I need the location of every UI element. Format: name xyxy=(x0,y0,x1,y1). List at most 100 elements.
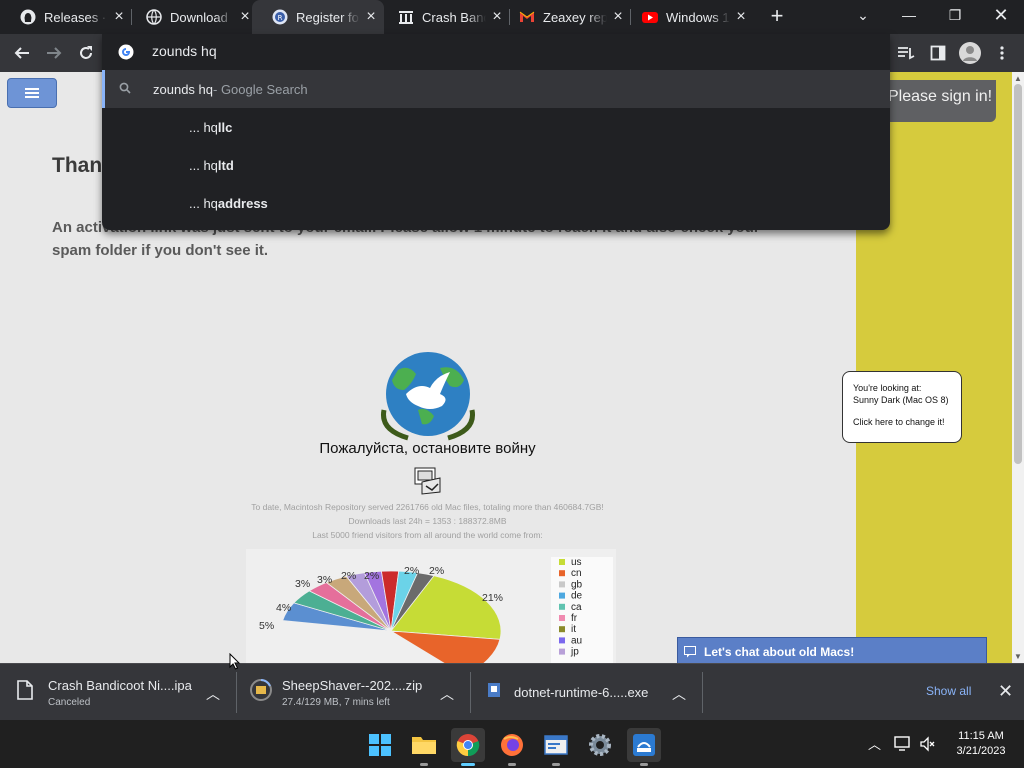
running-indicator xyxy=(552,763,560,766)
windows-logo-icon xyxy=(369,734,391,756)
address-bar[interactable]: zounds hq xyxy=(102,34,890,70)
omnibox-dropdown: zounds hq zounds hq - Google Search ... … xyxy=(102,34,890,230)
close-icon[interactable]: × xyxy=(734,9,748,25)
tab-title: Register for xyxy=(296,9,360,25)
legend-label: us xyxy=(571,557,582,568)
volume-muted-icon[interactable] xyxy=(920,736,936,757)
emulator-app-button[interactable] xyxy=(627,728,661,766)
back-button[interactable] xyxy=(10,41,34,65)
side-panel-button[interactable] xyxy=(926,41,950,65)
hamburger-icon xyxy=(25,88,39,98)
profile-avatar[interactable] xyxy=(958,41,982,65)
side-panel-icon xyxy=(930,45,946,61)
scroll-up-icon[interactable]: ▲ xyxy=(1014,74,1022,83)
suggestion-hint: - Google Search xyxy=(213,81,308,97)
tab-title: Windows 1 xyxy=(666,9,730,25)
globe-icon xyxy=(146,9,162,25)
address-input[interactable]: zounds hq xyxy=(152,43,217,59)
google-icon xyxy=(118,44,134,65)
tab-releases[interactable]: Releases · K × xyxy=(0,0,132,34)
page-scrollbar[interactable]: ▲ ▼ xyxy=(1012,72,1024,663)
download-stats: To date, Macintosh Repository served 226… xyxy=(220,500,635,542)
app-window-button[interactable] xyxy=(539,728,573,766)
running-indicator xyxy=(640,763,648,766)
close-window-button[interactable]: ✕ xyxy=(978,0,1024,30)
chrome-button[interactable] xyxy=(451,728,485,766)
file-explorer-button[interactable] xyxy=(407,728,441,766)
tab-gmail[interactable]: Zeaxey rep × xyxy=(499,0,631,34)
mac-folder-icon xyxy=(412,464,444,501)
close-icon[interactable]: × xyxy=(238,9,252,25)
legend-swatch xyxy=(559,570,565,577)
suggestion-llc[interactable]: ... hq llc xyxy=(102,108,890,146)
pie-label: 2% xyxy=(341,570,356,582)
pie-label: 3% xyxy=(295,578,310,590)
scroll-down-icon[interactable]: ▼ xyxy=(1014,652,1022,661)
chat-icon xyxy=(684,646,696,661)
download-filename: Crash Bandicoot Ni....ipa xyxy=(48,677,192,693)
suggestion-text: ... hq xyxy=(189,157,218,173)
pie-label: 4% xyxy=(276,602,291,614)
close-downloads-bar-button[interactable]: ✕ xyxy=(998,681,1013,702)
system-clock[interactable]: 11:15 AM 3/21/2023 xyxy=(946,729,1016,759)
legend-label: jp xyxy=(570,647,579,658)
tab-title: Zeaxey rep xyxy=(543,9,607,25)
visitors-pie-chart: 21% 2% 2% 2% 2% 3% 3% 4% 5% us cn gb de ca fr it au jp xyxy=(246,549,616,663)
legend-swatch xyxy=(559,559,565,565)
minimize-button[interactable]: — xyxy=(886,0,932,30)
theme-speech-bubble[interactable]: You're looking at: Sunny Dark (Mac OS 8)… xyxy=(842,371,962,443)
settings-button[interactable] xyxy=(583,728,617,762)
network-icon[interactable] xyxy=(894,736,912,757)
legend-swatch xyxy=(559,592,565,599)
tab-youtube[interactable]: Windows 1 × xyxy=(622,0,754,34)
chat-bar[interactable]: Let's chat about old Macs! xyxy=(677,637,987,663)
legend-label: au xyxy=(571,635,582,646)
maximize-button[interactable]: ❐ xyxy=(932,0,978,30)
change-theme-link[interactable]: Click here to change it! xyxy=(853,416,951,428)
chevron-up-icon[interactable]: ︿ xyxy=(206,684,220,704)
chat-label: Let's chat about old Macs! xyxy=(704,645,855,659)
close-icon[interactable]: × xyxy=(112,9,126,25)
download-item-dotnet[interactable]: dotnet-runtime-6.....exe ︿ xyxy=(486,664,696,721)
download-item-crash[interactable]: Crash Bandicoot Ni....ipa Canceled ︿ xyxy=(16,664,236,721)
chrome-menu-button[interactable] xyxy=(990,41,1014,65)
tab-search-button[interactable]: ⌄ xyxy=(840,0,886,30)
legend-swatch xyxy=(559,637,565,644)
suggestion-address[interactable]: ... hq address xyxy=(102,184,890,222)
pie-label: 3% xyxy=(317,574,332,586)
tray-overflow-chevron-icon[interactable]: ︿ xyxy=(868,734,881,753)
chevron-up-icon[interactable]: ︿ xyxy=(672,684,686,704)
tab-crash-bandicoot[interactable]: Crash Band × xyxy=(378,0,510,34)
chevron-down-icon: ⌄ xyxy=(857,6,869,23)
show-all-downloads-button[interactable]: Show all xyxy=(926,684,971,698)
reload-button[interactable] xyxy=(74,41,98,65)
close-icon[interactable]: × xyxy=(364,9,378,25)
tab-title: Download xyxy=(170,9,228,25)
site-menu-button[interactable] xyxy=(7,78,57,108)
suggestion-google-search[interactable]: zounds hq - Google Search xyxy=(102,70,890,108)
stop-war-text: Пожалуйста, остановите войну xyxy=(319,440,536,457)
arrow-right-icon xyxy=(47,47,62,59)
new-tab-button[interactable]: + xyxy=(765,5,789,29)
clock-time: 11:15 AM xyxy=(958,730,1004,742)
suggestion-ltd[interactable]: ... hq ltd xyxy=(102,146,890,184)
pie-label: 2% xyxy=(404,565,419,577)
archive-icon xyxy=(398,9,414,25)
youtube-icon xyxy=(642,9,658,25)
clock-date: 3/21/2023 xyxy=(956,745,1006,757)
scrollbar-thumb[interactable] xyxy=(1014,84,1022,464)
tab-register[interactable]: R Register for × xyxy=(252,0,384,34)
pie-label: 2% xyxy=(364,570,379,582)
tab-download[interactable]: Download × xyxy=(126,0,258,34)
firefox-button[interactable] xyxy=(495,728,529,766)
sign-in-button[interactable]: Please sign in! xyxy=(882,80,996,122)
start-button[interactable] xyxy=(363,728,397,762)
download-item-sheepshaver[interactable]: SheepShaver--202....zip 27.4/129 MB, 7 m… xyxy=(250,664,470,721)
folder-icon xyxy=(412,737,436,754)
divider xyxy=(702,672,703,713)
file-icon xyxy=(16,680,34,705)
forward-button[interactable] xyxy=(42,41,66,65)
chevron-up-icon[interactable]: ︿ xyxy=(440,684,454,704)
reading-list-button[interactable] xyxy=(894,41,918,65)
pie-slices xyxy=(282,570,502,663)
